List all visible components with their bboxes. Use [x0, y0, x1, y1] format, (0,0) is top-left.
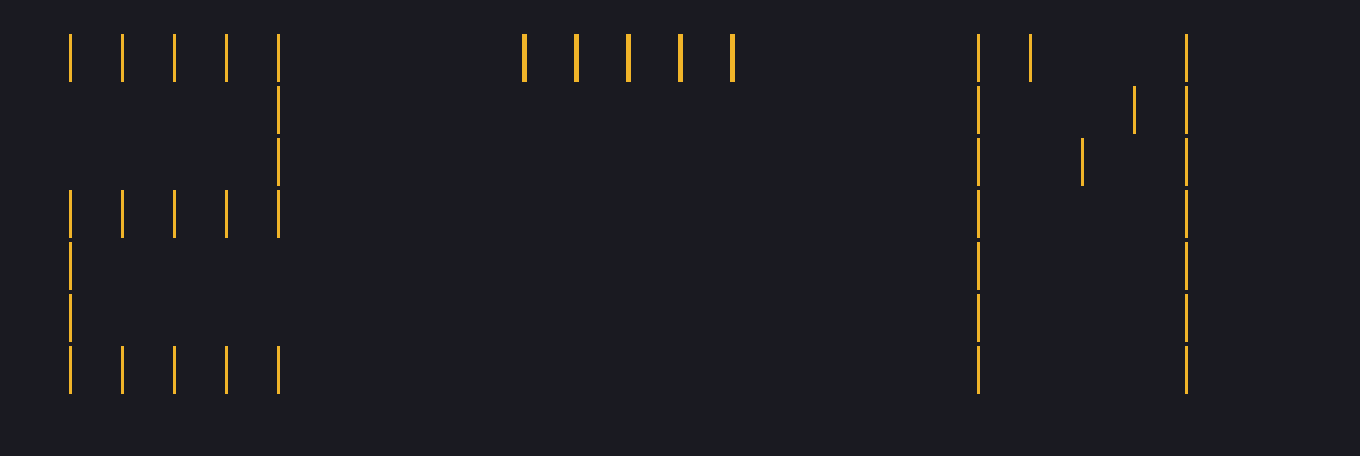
glyph-bar: [173, 346, 176, 394]
glyph-bar: [522, 34, 527, 82]
pixel-art-svg: [69, 34, 1188, 394]
glyph-bar: [977, 346, 980, 394]
glyph-bar: [1081, 138, 1084, 186]
glyph-bar: [977, 138, 980, 186]
glyph-bar: [977, 190, 980, 238]
glyph-dash: [522, 34, 735, 82]
glyph-bar: [69, 346, 72, 394]
glyph-bar: [1185, 34, 1188, 82]
glyph-bar: [574, 34, 579, 82]
glyph-bar: [69, 34, 72, 82]
glyph-m: [977, 34, 1188, 394]
glyph-bar: [977, 294, 980, 342]
glyph-bar: [121, 346, 124, 394]
glyph-bar: [977, 34, 980, 82]
glyph-bar: [1185, 242, 1188, 290]
glyph-bar: [121, 190, 124, 238]
glyph-bar: [173, 190, 176, 238]
glyph-bar: [225, 346, 228, 394]
glyph-bar: [626, 34, 631, 82]
glyph-e: [69, 34, 280, 394]
glyph-bar: [1029, 34, 1032, 82]
glyph-bar: [277, 190, 280, 238]
glyph-bar: [678, 34, 683, 82]
glyph-bar: [1185, 138, 1188, 186]
glyph-bar: [730, 34, 735, 82]
glyph-bar: [1133, 86, 1136, 134]
glyph-bar: [1185, 346, 1188, 394]
glyph-bar: [69, 242, 72, 290]
glyph-bar: [977, 86, 980, 134]
glyph-bar: [225, 34, 228, 82]
glyph-bar: [277, 138, 280, 186]
glyph-bar: [1185, 294, 1188, 342]
glyph-bar: [69, 190, 72, 238]
glyph-bar: [977, 242, 980, 290]
glyph-bar: [1185, 190, 1188, 238]
glyph-bar: [277, 34, 280, 82]
glyph-bar: [173, 34, 176, 82]
pixel-canvas: [0, 0, 1360, 456]
glyph-bar: [277, 86, 280, 134]
glyph-bar: [69, 294, 72, 342]
glyph-bar: [277, 346, 280, 394]
glyph-bar: [1185, 86, 1188, 134]
glyph-bar: [121, 34, 124, 82]
glyph-bar: [225, 190, 228, 238]
